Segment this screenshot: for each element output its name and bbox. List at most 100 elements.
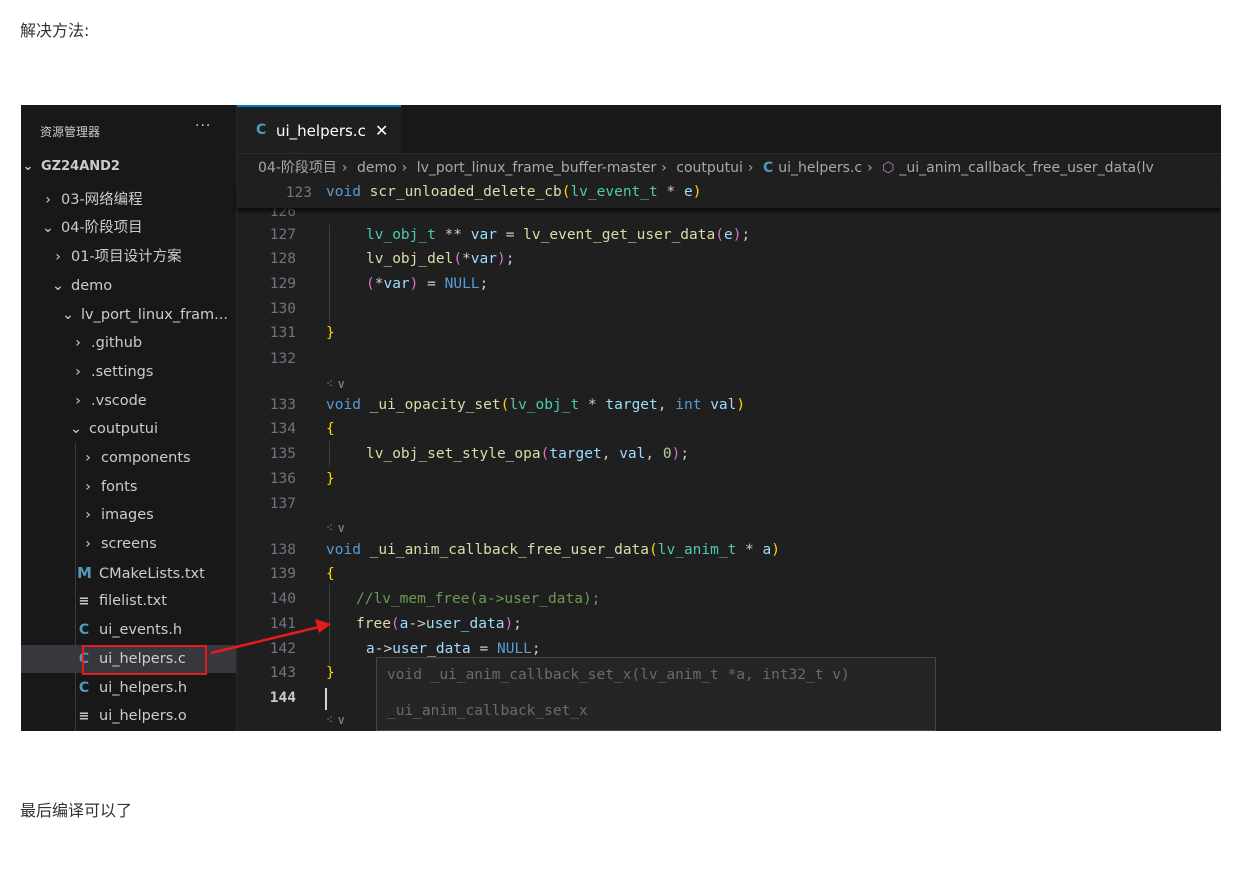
line-number: 144 (269, 690, 296, 706)
tree-item-label: fonts (101, 479, 138, 495)
line-number: 123 (285, 185, 312, 201)
tree-item-label: CMakeLists.txt (99, 566, 205, 582)
tree-item-images[interactable]: › images (21, 501, 236, 529)
tree-item-fonts[interactable]: › fonts (21, 473, 236, 501)
tree-item-ui-helpers-o[interactable]: ≡ ui_helpers.o (21, 702, 236, 730)
indent-guide (329, 225, 330, 325)
indent-guide (329, 441, 330, 467)
codelens-hint[interactable]: ⁖ ∨ (326, 377, 346, 391)
text-file-icon: ≡ (78, 594, 90, 609)
chevron-down-icon: ⌄ (41, 220, 55, 236)
explorer-sidebar: 资源管理器 ··· ⌄ GZ24AND2 › 03-网络编程 ⌄ 04-阶段项目 › 0… (21, 105, 237, 731)
tree-item-vscode[interactable]: › .vscode (21, 387, 236, 415)
explorer-header: 资源管理器 ··· (21, 105, 236, 153)
tree-item-components[interactable]: › components (21, 444, 236, 472)
sticky-scroll-header[interactable]: 123 void scr_unloaded_delete_cb(lv_event… (237, 181, 1221, 208)
tree-item-ui-events-h[interactable]: Cui_events.h (21, 616, 236, 644)
line-number: 135 (269, 446, 296, 462)
line-number: 142 (269, 641, 296, 657)
breadcrumb-file[interactable]: ui_helpers.c (778, 160, 862, 176)
suggestion-widget[interactable]: void _ui_anim_callback_set_x(lv_anim_t *… (376, 657, 936, 731)
code-line[interactable]: //lv_mem_free(a->user_data); (356, 591, 600, 607)
codelens-hint[interactable]: ⁖ ∨ (326, 713, 346, 727)
code-line[interactable]: (*var) = NULL; (366, 276, 488, 292)
c-file-icon: C (256, 122, 267, 138)
tree-item-04[interactable]: ⌄ 04-阶段项目 (21, 214, 236, 242)
chevron-right-icon: › (747, 160, 754, 176)
tree-item-label: ui_helpers.o (99, 708, 187, 724)
workspace-root[interactable]: ⌄ GZ24AND2 (21, 153, 236, 181)
code-line[interactable]: void _ui_opacity_set(lv_obj_t * target, … (326, 397, 745, 413)
text-cursor (325, 688, 327, 710)
code-line[interactable]: free(a->user_data); (356, 616, 522, 632)
more-actions-button[interactable]: ··· (195, 118, 211, 134)
tree-item-cmakelists[interactable]: M CMakeLists.txt (21, 559, 236, 587)
chevron-down-icon: ⌄ (61, 307, 75, 323)
tree-item-screens[interactable]: › screens (21, 530, 236, 558)
code-line[interactable]: } (326, 325, 335, 341)
tree-item-coutputui[interactable]: ⌄ coutputui (21, 415, 236, 443)
tree-item-label: .vscode (91, 393, 147, 409)
annotation-highlight-box (82, 645, 207, 675)
line-number: 132 (269, 351, 296, 367)
breadcrumb-item[interactable]: coutputui (676, 160, 743, 176)
tree-item-lv-port[interactable]: ⌄ lv_port_linux_fram... (21, 301, 236, 329)
tree-item-label: demo (71, 278, 113, 294)
breadcrumb-item[interactable]: lv_port_linux_frame_buffer-master (417, 160, 657, 176)
tree-item-label: ui_helpers.h (99, 680, 188, 696)
tree-item-01[interactable]: › 01-项目设计方案 (21, 243, 236, 271)
tree-item-settings[interactable]: › .settings (21, 358, 236, 386)
line-number: 131 (269, 325, 296, 341)
tree-item-label: 01-项目设计方案 (71, 249, 182, 265)
chevron-right-icon: › (401, 160, 408, 176)
line-number: 139 (269, 566, 296, 582)
breadcrumb-item[interactable]: demo (357, 160, 397, 176)
chevron-right-icon: › (75, 335, 81, 351)
symbol-method-icon: ⬡ (882, 160, 895, 176)
vscode-screenshot: 资源管理器 ··· ⌄ GZ24AND2 › 03-网络编程 ⌄ 04-阶段项目 › 0… (21, 105, 1221, 731)
breadcrumb-item[interactable]: 04-阶段项目 (258, 160, 337, 176)
codelens-hint[interactable]: ⁖ ∨ (326, 521, 346, 535)
close-icon[interactable]: ✕ (375, 121, 388, 140)
line-number: 140 (269, 591, 296, 607)
code-line[interactable]: lv_obj_del(*var); (366, 251, 514, 267)
tree-item-label: screens (101, 536, 157, 552)
code-line[interactable]: a->user_data = NULL; (366, 641, 541, 657)
tree-item-03[interactable]: › 03-网络编程 (21, 186, 236, 214)
editor-tab-bar: C ui_helpers.c ✕ (237, 105, 1221, 154)
tree-item-github[interactable]: › .github (21, 329, 236, 357)
line-number: 137 (269, 496, 296, 512)
code-line[interactable]: lv_obj_t ** var = lv_event_get_user_data… (366, 227, 750, 243)
chevron-right-icon: › (341, 160, 348, 176)
line-number: 133 (269, 397, 296, 413)
tree-item-label: coutputui (89, 421, 159, 437)
line-number: 136 (269, 471, 296, 487)
indent-guide (329, 585, 330, 665)
chevron-right-icon: › (85, 450, 91, 466)
code-line[interactable]: lv_obj_set_style_opa(target, val, 0); (366, 446, 689, 462)
binary-file-icon: ≡ (78, 709, 90, 724)
tree-item-label: 03-网络编程 (61, 192, 143, 208)
tree-item-label: 04-阶段项目 (61, 220, 143, 236)
tree-item-ui-helpers-h[interactable]: Cui_helpers.h (21, 674, 236, 702)
doc-outro-text: 最后编译可以了 (20, 801, 133, 820)
c-file-icon: C (78, 622, 90, 638)
line-number: 128 (269, 251, 296, 267)
line-number: 141 (269, 616, 296, 632)
tree-item-filelist[interactable]: ≡ filelist.txt (21, 587, 236, 615)
chevron-down-icon: ⌄ (69, 421, 83, 437)
code-line[interactable]: } (326, 471, 335, 487)
doc-intro-text: 解决方法: (20, 21, 90, 40)
code-line[interactable]: { (326, 566, 335, 582)
line-number: 138 (269, 542, 296, 558)
breadcrumb-symbol[interactable]: _ui_anim_callback_free_user_data(lv (899, 160, 1153, 176)
breadcrumb: 04-阶段项目 › demo › lv_port_linux_frame_buffe… (258, 157, 1159, 177)
c-file-icon: C (762, 160, 774, 176)
code-line[interactable]: } (326, 665, 335, 681)
tree-item-demo[interactable]: ⌄ demo (21, 272, 236, 300)
tab-ui-helpers-c[interactable]: C ui_helpers.c ✕ (237, 105, 401, 153)
code-line[interactable]: { (326, 421, 335, 437)
suggestion-signature[interactable]: void _ui_anim_callback_set_x(lv_anim_t *… (387, 667, 850, 683)
code-line[interactable]: void _ui_anim_callback_free_user_data(lv… (326, 542, 780, 558)
suggestion-item[interactable]: _ui_anim_callback_set_x (387, 703, 588, 719)
